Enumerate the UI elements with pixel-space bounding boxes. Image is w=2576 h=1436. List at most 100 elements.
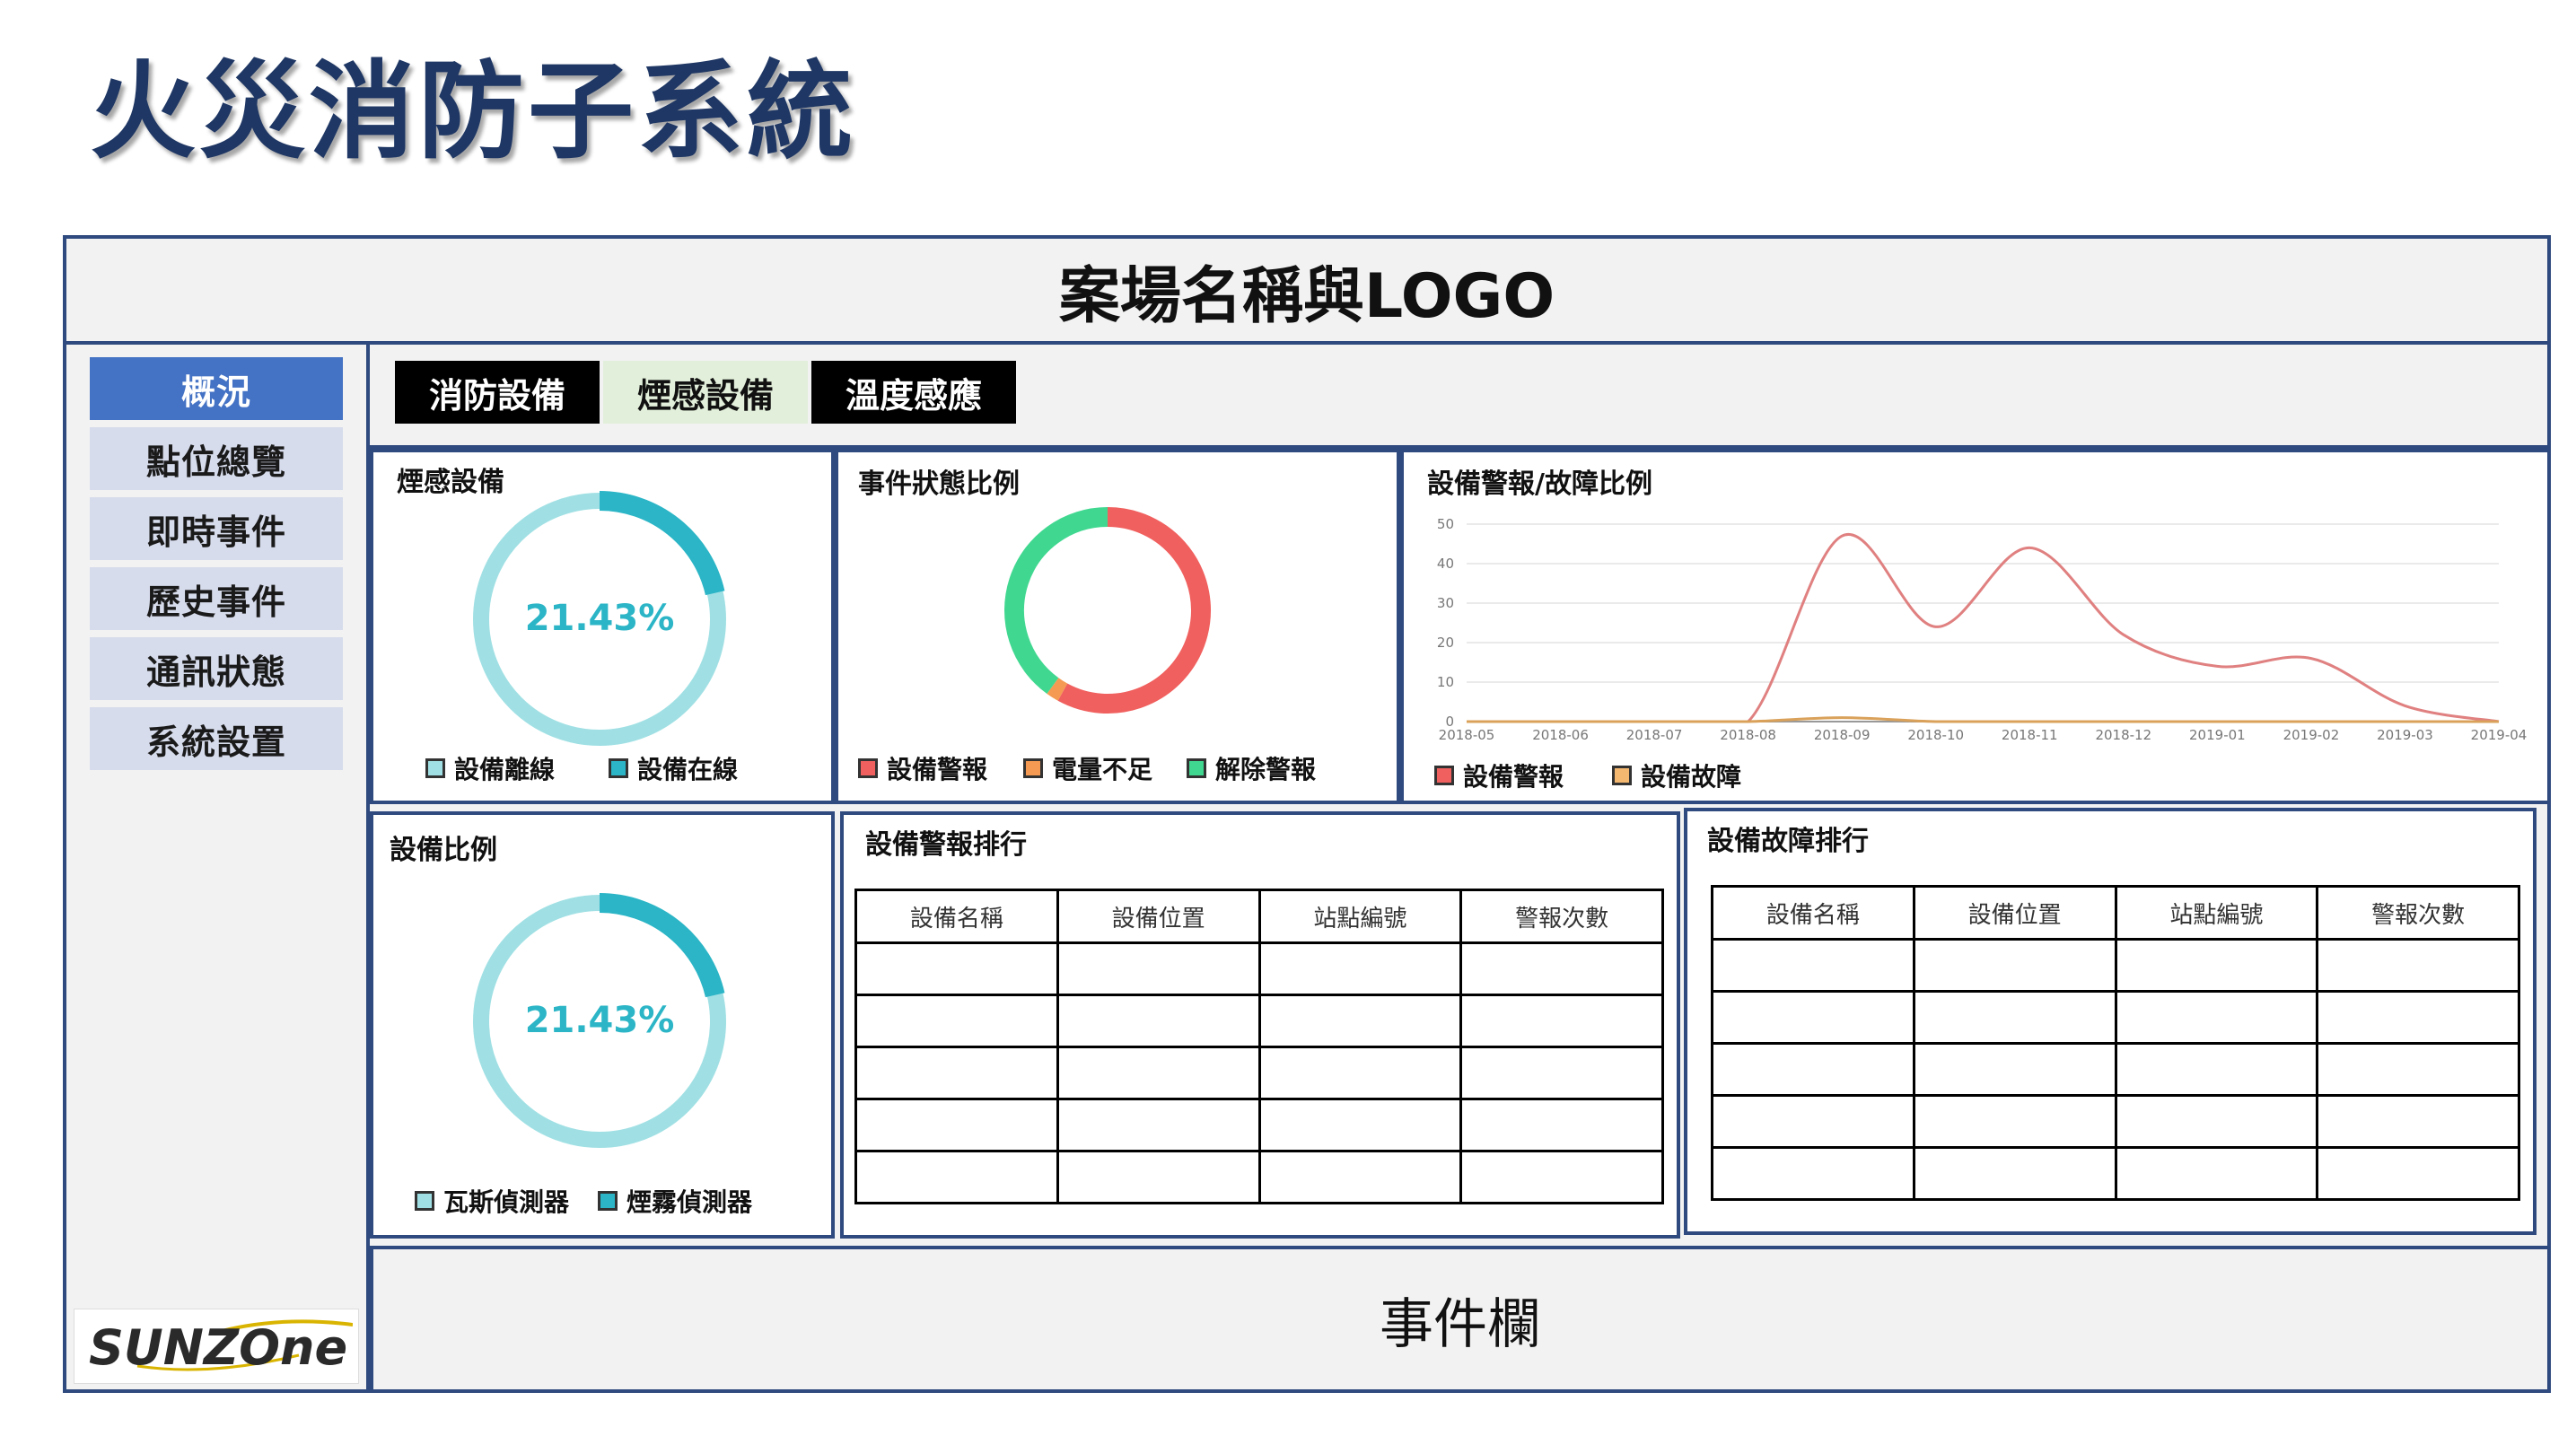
table-cell <box>2114 1146 2319 1201</box>
table-cell <box>1912 1094 2117 1149</box>
column-header: 設備名稱 <box>1711 885 1915 941</box>
device-ratio-donut-chart: 21.43% <box>473 893 726 1148</box>
legend-swatch <box>425 758 445 778</box>
legend-label: 設備故障 <box>1641 762 1742 792</box>
table-cell <box>854 941 1059 996</box>
table-row[interactable] <box>854 994 1664 1048</box>
sidebar-item-label: 系統設置 <box>145 722 286 762</box>
table-cell <box>2316 938 2520 993</box>
sidebar-item-points-overview[interactable]: 點位總覽 <box>90 427 343 490</box>
table-cell <box>2114 1042 2319 1097</box>
table-cell <box>2316 990 2520 1045</box>
table-row[interactable] <box>1711 1042 2520 1097</box>
logo-text: SUNZOne <box>89 1319 347 1376</box>
tab-smoke-equipment[interactable]: 煙感設備 <box>603 361 808 424</box>
panel-alarm-fault-ratio: 設備警報/故障比例 0 10 20 30 40 50 2018-05 2018-06 2018… <box>1400 449 2551 804</box>
sidebar-item-label: 即時事件 <box>145 512 286 552</box>
donut-slice-alarm-cleared <box>1004 507 1108 695</box>
x-tick-label: 2019-03 <box>2377 727 2433 743</box>
table-row[interactable] <box>854 941 1664 996</box>
legend-swatch <box>1434 766 1454 785</box>
tab-label: 溫度感應 <box>845 375 982 416</box>
table-row[interactable] <box>854 1150 1664 1204</box>
sidebar-item-history-events[interactable]: 歷史事件 <box>90 567 343 630</box>
table-cell <box>2316 1094 2520 1149</box>
table-cell <box>854 1046 1059 1100</box>
x-tick-label: 2018-08 <box>1720 727 1776 743</box>
legend-item: 解除警報 <box>1187 750 1316 786</box>
column-header: 站點編號 <box>2114 885 2319 941</box>
column-header: 警報次數 <box>2316 885 2520 941</box>
table-cell <box>1459 1046 1664 1100</box>
event-bar-label: 事件欄 <box>1380 1292 1541 1356</box>
sidebar-item-comm-status[interactable]: 通訊狀態 <box>90 637 343 700</box>
table-cell <box>1056 1098 1261 1152</box>
table-cell <box>1711 938 1915 993</box>
legend-label: 設備離線 <box>454 755 556 784</box>
x-tick-label: 2018-07 <box>1626 727 1683 743</box>
table-cell <box>1056 1150 1261 1204</box>
panel-device-ratio: 設備比例 21.43% 瓦斯偵測器 煙霧偵測器 <box>370 811 835 1239</box>
y-tick-label: 50 <box>1437 516 1454 532</box>
table-cell <box>1711 1094 1915 1149</box>
sidebar-item-label: 概況 <box>180 372 251 412</box>
x-tick-label: 2019-04 <box>2471 727 2528 743</box>
event-bar: 事件欄 <box>370 1246 2551 1393</box>
series-line-alarm <box>1466 532 2500 723</box>
panel-title: 設備故障排行 <box>1707 826 1869 857</box>
donut-slice-low-battery <box>1047 678 1068 701</box>
sidebar-item-realtime-events[interactable]: 即時事件 <box>90 497 343 560</box>
table-cell <box>854 1150 1059 1204</box>
logo-swoosh-icon: SUNZOne <box>89 1319 353 1376</box>
panel-title: 設備警報/故障比例 <box>1427 468 1652 500</box>
table-cell <box>1056 941 1261 996</box>
company-logo: SUNZOne <box>74 1309 359 1384</box>
table-cell <box>1912 1042 2117 1097</box>
legend-item: 設備離線 <box>425 750 555 786</box>
tab-temperature-sensing[interactable]: 溫度感應 <box>811 361 1016 424</box>
table-cell <box>854 1098 1059 1152</box>
table-header-row: 設備名稱 設備位置 站點編號 警報次數 <box>854 889 1664 944</box>
x-tick-label: 2018-09 <box>1814 727 1871 743</box>
alarm-ranking-table: 設備名稱 設備位置 站點編號 警報次數 <box>854 889 1664 1204</box>
x-tick-label: 2018-06 <box>1532 727 1589 743</box>
table-cell <box>1912 1146 2117 1201</box>
column-header: 設備位置 <box>1912 885 2117 941</box>
table-cell <box>1056 1046 1261 1100</box>
donut-center-value: 21.43% <box>525 1000 675 1041</box>
table-row[interactable] <box>854 1046 1664 1100</box>
sidebar-item-system-settings[interactable]: 系統設置 <box>90 707 343 770</box>
x-tick-label: 2018-05 <box>1439 727 1495 743</box>
legend-item: 煙霧偵測器 <box>598 1183 752 1219</box>
table-row[interactable] <box>854 1098 1664 1152</box>
table-cell <box>1711 1042 1915 1097</box>
legend-label: 設備警報 <box>887 755 988 784</box>
table-row[interactable] <box>1711 1094 2520 1149</box>
x-tick-label: 2018-11 <box>2002 727 2058 743</box>
site-name-label: 案場名稱與LOGO <box>1058 260 1555 332</box>
table-cell <box>1257 1098 1463 1152</box>
alarm-fault-line-chart: 01020304050 2018-05 2018-06 2018-07 2018-08… <box>1437 516 2528 743</box>
tab-fire-equipment[interactable]: 消防設備 <box>395 361 600 424</box>
table-row[interactable] <box>1711 938 2520 993</box>
legend-item: 設備在線 <box>609 750 738 786</box>
table-cell <box>1459 1098 1664 1152</box>
x-tick-label: 2018-10 <box>1907 727 1964 743</box>
panel-smoke-equipment: 煙感設備 21.43% 設備離線 設備在線 <box>370 449 835 804</box>
legend-swatch <box>609 758 628 778</box>
table-row[interactable] <box>1711 1146 2520 1201</box>
table-cell <box>1257 1150 1463 1204</box>
table-cell <box>1912 990 2117 1045</box>
sidebar-item-overview[interactable]: 概況 <box>90 357 343 420</box>
fault-ranking-table: 設備名稱 設備位置 站點編號 警報次數 <box>1711 885 2520 1201</box>
column-header: 站點編號 <box>1257 889 1463 944</box>
tab-label: 消防設備 <box>428 375 565 416</box>
y-tick-label: 40 <box>1437 556 1454 572</box>
page-title: 火災消防子系統 <box>90 49 857 173</box>
panel-fault-ranking: 設備故障排行 設備名稱 設備位置 站點編號 警報次數 <box>1684 808 2537 1235</box>
table-cell <box>2316 1042 2520 1097</box>
legend-label: 設備在線 <box>637 755 739 784</box>
legend-swatch <box>598 1191 618 1211</box>
site-header: 案場名稱與LOGO <box>63 235 2551 345</box>
table-row[interactable] <box>1711 990 2520 1045</box>
